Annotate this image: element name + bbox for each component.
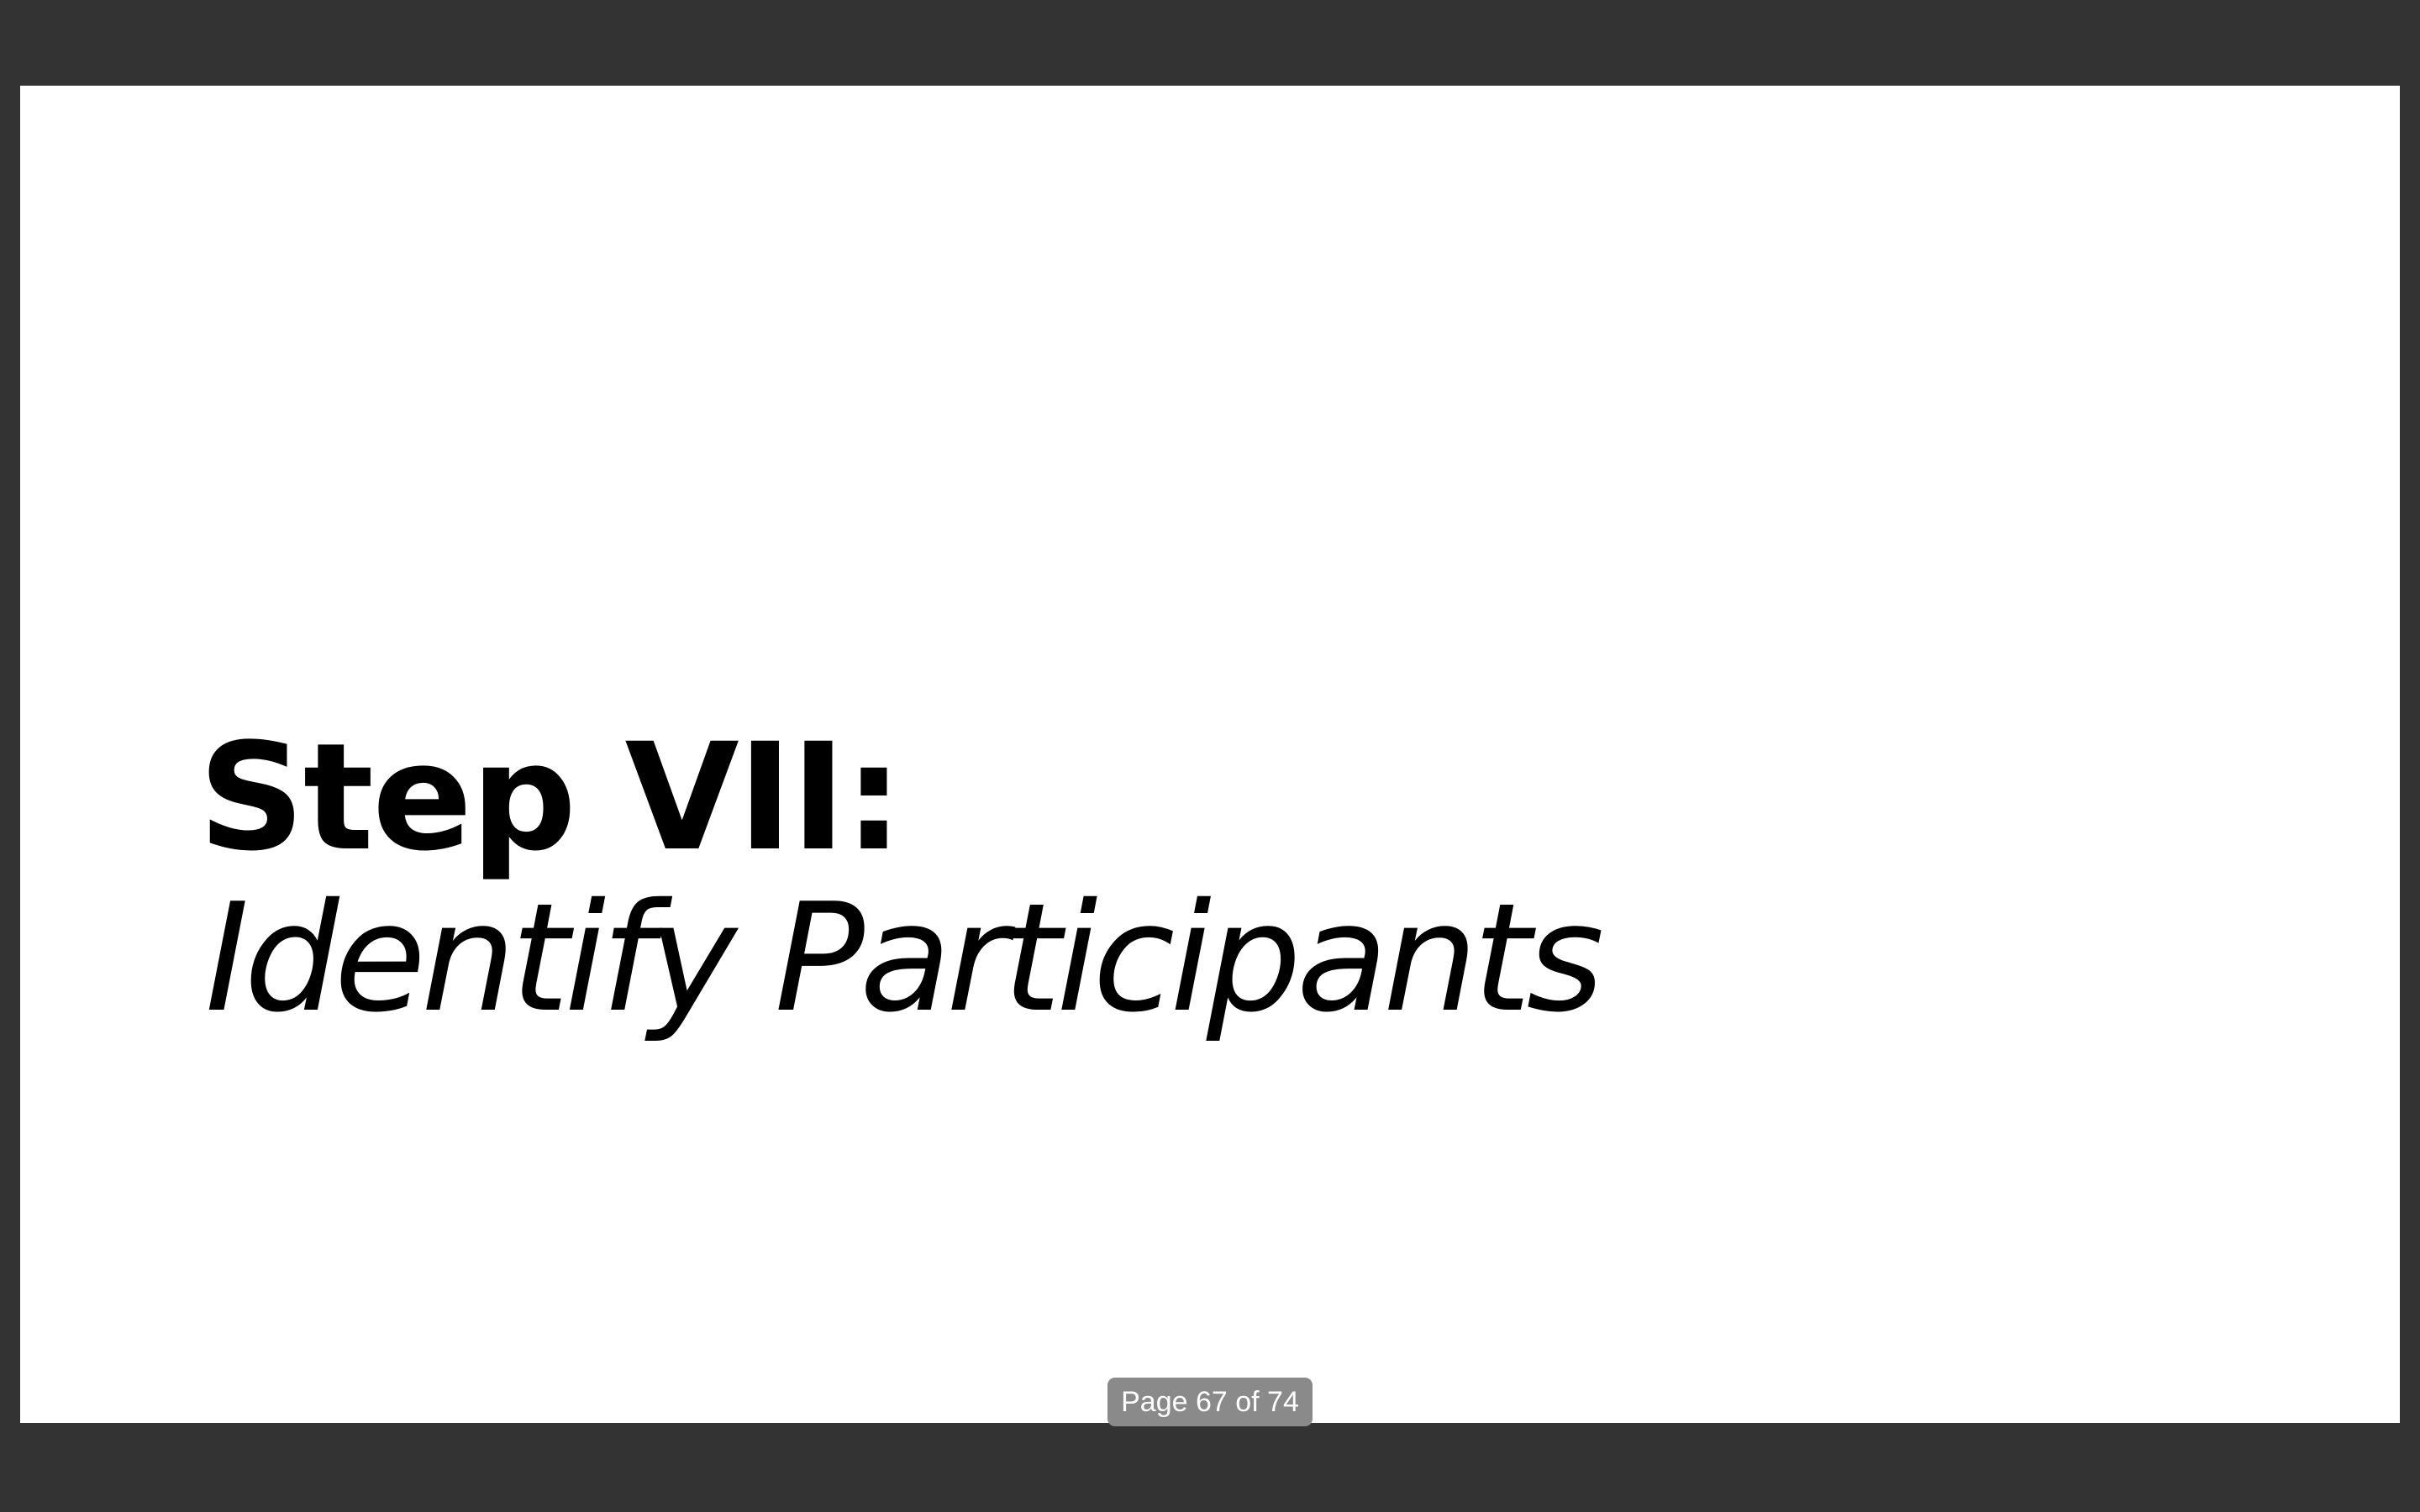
document-viewer: Step VII: Identify Participants Page 67 … [0, 0, 2420, 1512]
slide-page: Step VII: Identify Participants [20, 86, 2400, 1423]
page-indicator: Page 67 of 74 [1107, 1378, 1313, 1426]
slide-subtitle: Identify Participants [205, 871, 1604, 1045]
slide-title: Step VII: [198, 711, 903, 884]
